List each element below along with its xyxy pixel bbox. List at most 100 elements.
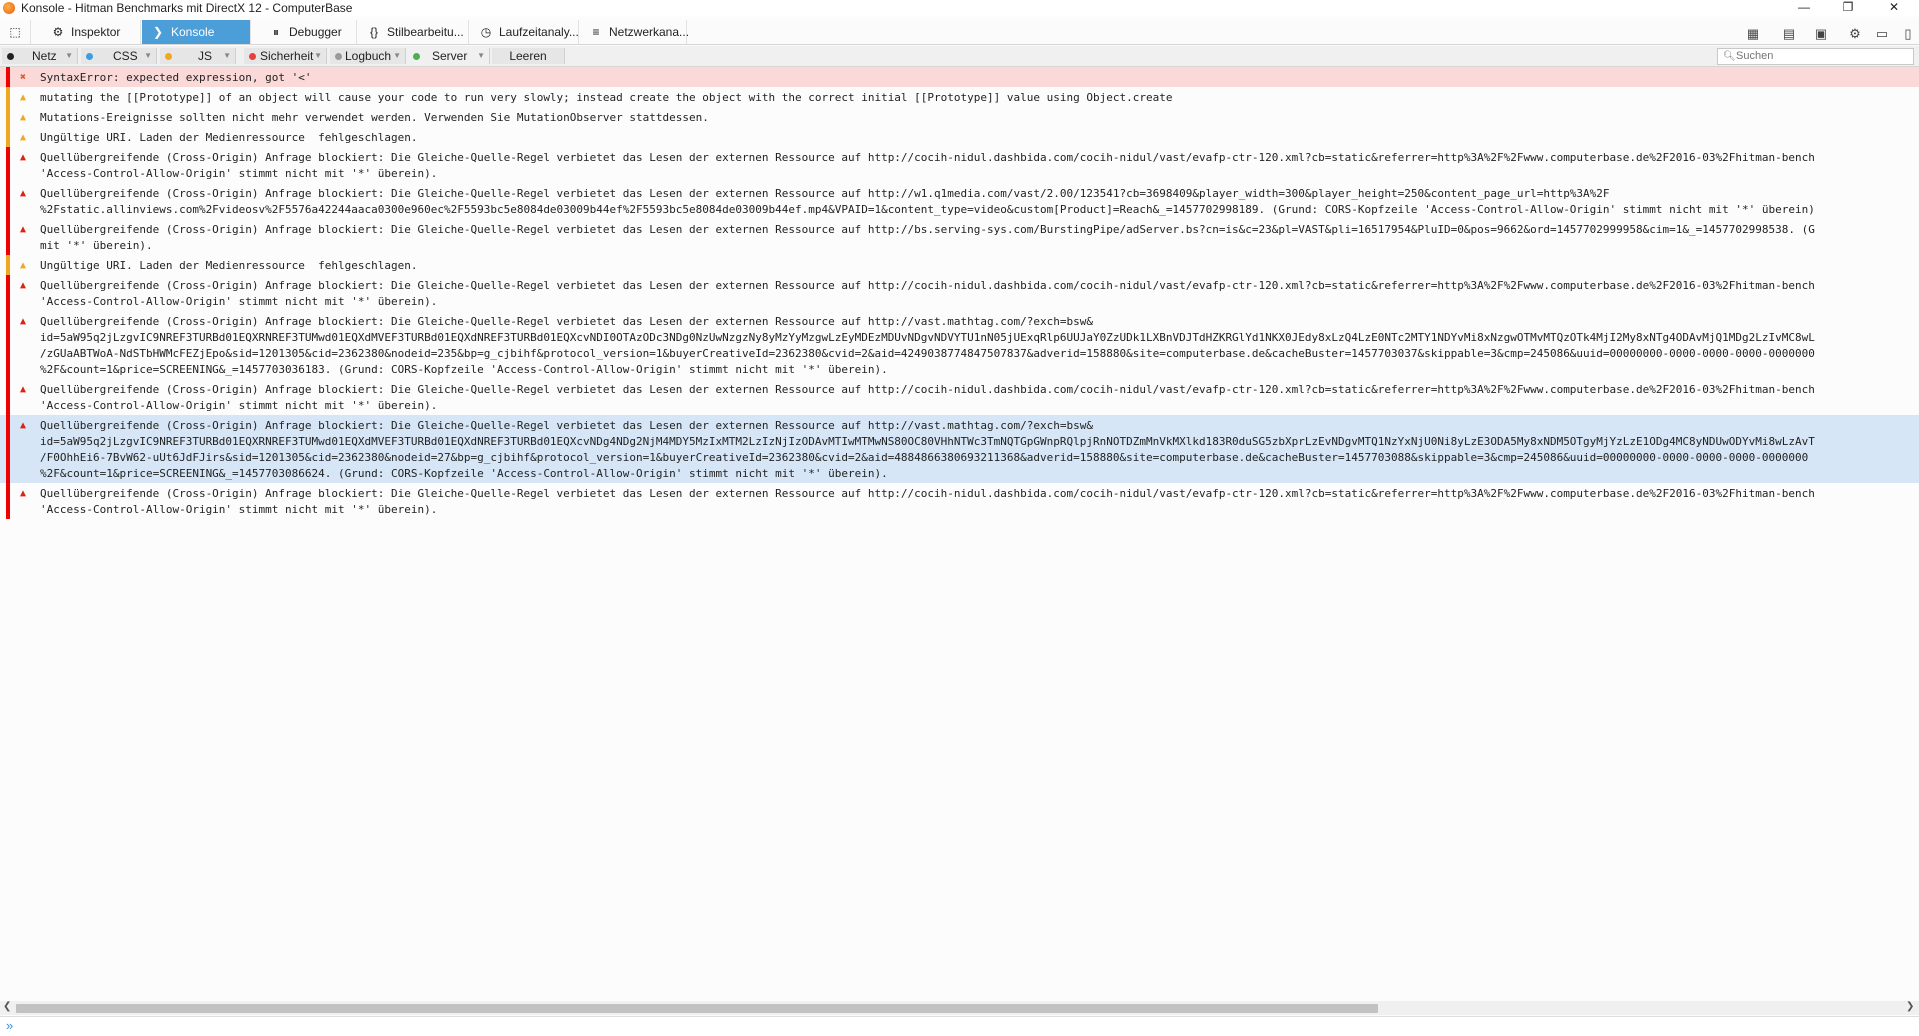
window-titlebar: Konsole - Hitman Benchmarks mit DirectX … [0,0,1919,16]
firefox-icon [3,2,15,14]
filter-label: Netz [32,49,57,63]
filter-server-button[interactable]: Server ▼ [409,48,490,64]
gear-icon[interactable]: ⚙ [1845,24,1865,44]
filter-dot [413,53,420,60]
message-text: %2F&count=1&price=SCREENING&_=1457703086… [40,466,888,480]
maximize-button[interactable]: ❐ [1825,0,1871,16]
style-editor-icon: {} [369,25,378,39]
filter-label: CSS [113,49,138,63]
severity-bar [6,107,10,127]
filter-dot [7,53,14,60]
scrollbar-thumb[interactable] [16,1004,1378,1013]
message-text: id=5aW95q2jLzgvIC9NREF3TURBd01EQXRNREF3T… [40,434,1815,448]
severity-bar [6,147,10,183]
close-button[interactable]: ✕ [1871,0,1917,16]
message-text: Quellübergreifende (Cross-Origin) Anfrag… [40,486,1815,500]
message-text: id=5aW95q2jLzgvIC9NREF3TURBd01EQXRNREF3T… [40,330,1815,344]
security-error-icon: ▲ [19,223,27,235]
console-message[interactable]: ▲ Quellübergreifende (Cross-Origin) Anfra… [0,379,1919,415]
responsive-design-icon[interactable]: ▤ [1779,24,1799,44]
console-message[interactable]: ▲ Ungültige URI. Laden der Medienressourc… [0,255,1919,275]
message-text: Ungültige URI. Laden der Medienressource… [40,130,418,144]
chevron-down-icon: ▼ [477,51,485,60]
security-error-icon: ▲ [19,487,27,499]
filter-css-button[interactable]: CSS ▼ [81,48,157,64]
search-box: 🔍︎ [1717,48,1914,65]
console-output: ✖ SyntaxError: expected expression, got '… [0,67,1919,1001]
pick-element-icon: ⬚ [9,25,21,39]
console-message[interactable]: ▲ Quellübergreifende (Cross-Origin) Anfra… [0,219,1919,255]
message-text: Quellübergreifende (Cross-Origin) Anfrag… [40,418,1093,432]
message-text: 'Access-Control-Allow-Origin' stimmt nic… [40,166,438,180]
message-text: Quellübergreifende (Cross-Origin) Anfrag… [40,150,1815,164]
tab-inspektor[interactable]: ⚙ Inspektor [42,20,141,44]
dock-bottom-icon[interactable]: ▭ [1872,24,1892,44]
chevron-down-icon: ▼ [144,51,152,60]
inspector-icon: ⚙ [52,25,64,39]
scroll-right-icon[interactable]: ❯ [1906,1001,1914,1012]
performance-icon: ◷ [480,25,492,39]
split-console-icon[interactable]: ▦ [1743,24,1763,44]
filter-js-button[interactable]: JS ▼ [160,48,236,64]
network-icon: ≡ [592,25,600,39]
tab-netzwerkanalyse[interactable]: ≡ Netzwerkana... [580,20,690,44]
chevron-down-icon: ▼ [65,51,73,60]
severity-bar [6,483,10,519]
tab-label: Netzwerkana... [609,25,690,39]
debugger-icon: ⏸ [272,25,279,39]
message-text: Quellübergreifende (Cross-Origin) Anfrag… [40,314,1093,328]
warning-icon: ▲ [19,259,27,271]
filter-label: Sicherheit [260,49,314,63]
message-text: 'Access-Control-Allow-Origin' stimmt nic… [40,398,438,412]
pick-element-button[interactable]: ⬚ [0,20,31,44]
severity-bar [6,127,10,147]
console-message[interactable]: ▲ Quellübergreifende (Cross-Origin) Anfra… [0,311,1919,379]
console-message[interactable]: ▲ Quellübergreifende (Cross-Origin) Anfra… [0,483,1919,519]
message-text: mutating the [[Prototype]] of an object … [40,90,1173,104]
search-input[interactable] [1736,49,1906,63]
warning-icon: ▲ [19,91,27,103]
tab-debugger[interactable]: ⏸ Debugger [260,20,357,44]
security-error-icon: ▲ [19,151,27,163]
filter-dot [249,53,256,60]
security-error-icon: ▲ [19,315,27,327]
filter-netz-button[interactable]: Netz ▼ [2,48,78,64]
tab-konsole[interactable]: ❯ Konsole [142,20,251,44]
filter-dot [165,53,172,60]
console-message[interactable]: ▲ Quellübergreifende (Cross-Origin) Anfra… [0,147,1919,183]
message-text: /F0OhhEi6-7BvW62-uUt6JdFJirs&sid=1201305… [40,450,1809,464]
error-icon: ✖ [19,71,27,83]
devtools-toolbar: ⬚ ⚙ Inspektor ❯ Konsole ⏸ Debugger {} St… [0,20,1919,45]
console-message[interactable]: ✖ SyntaxError: expected expression, got '… [0,67,1919,87]
dock-side-icon[interactable]: ▯ [1898,24,1918,44]
warning-icon: ▲ [19,131,27,143]
horizontal-scrollbar[interactable]: ❮ ❯ [0,1001,1919,1015]
scratchpad-icon[interactable]: ▣ [1811,24,1831,44]
console-message[interactable]: ▲ Quellübergreifende (Cross-Origin) Anfra… [0,183,1919,219]
console-message[interactable]: ▲ Quellübergreifende (Cross-Origin) Anfra… [0,415,1919,483]
tab-label: Laufzeitanaly... [499,25,579,39]
scroll-left-icon[interactable]: ❮ [3,1001,11,1012]
message-text: Quellübergreifende (Cross-Origin) Anfrag… [40,222,1815,236]
severity-bar [6,67,10,87]
console-message[interactable]: ▲ mutating the [[Prototype]] of an object… [0,87,1919,107]
filter-logbuch-button[interactable]: Logbuch ▼ [330,48,406,64]
console-input-line: » [0,1016,1919,1036]
filter-dot [335,53,342,60]
console-message[interactable]: ▲ Quellübergreifende (Cross-Origin) Anfra… [0,275,1919,311]
tab-laufzeitanalyse[interactable]: ◷ Laufzeitanaly... [470,20,579,44]
message-text: SyntaxError: expected expression, got '<… [40,70,312,84]
console-input[interactable] [22,1019,1902,1033]
tab-label: Debugger [289,25,342,39]
message-text: mit '*' überein). [40,238,153,252]
tab-stilbearbeitung[interactable]: {} Stilbearbeitu... [358,20,469,44]
clear-button[interactable]: Leeren [492,48,565,64]
console-message[interactable]: ▲ Ungültige URI. Laden der Medienressourc… [0,127,1919,147]
message-text: Quellübergreifende (Cross-Origin) Anfrag… [40,186,1610,200]
minimize-button[interactable]: — [1781,0,1827,16]
filter-sicherheit-button[interactable]: Sicherheit ▼ [244,48,327,64]
severity-bar [6,255,10,275]
console-message[interactable]: ▲ Mutations-Ereignisse sollten nicht mehr… [0,107,1919,127]
tab-label: Konsole [171,25,215,39]
security-error-icon: ▲ [19,419,27,431]
